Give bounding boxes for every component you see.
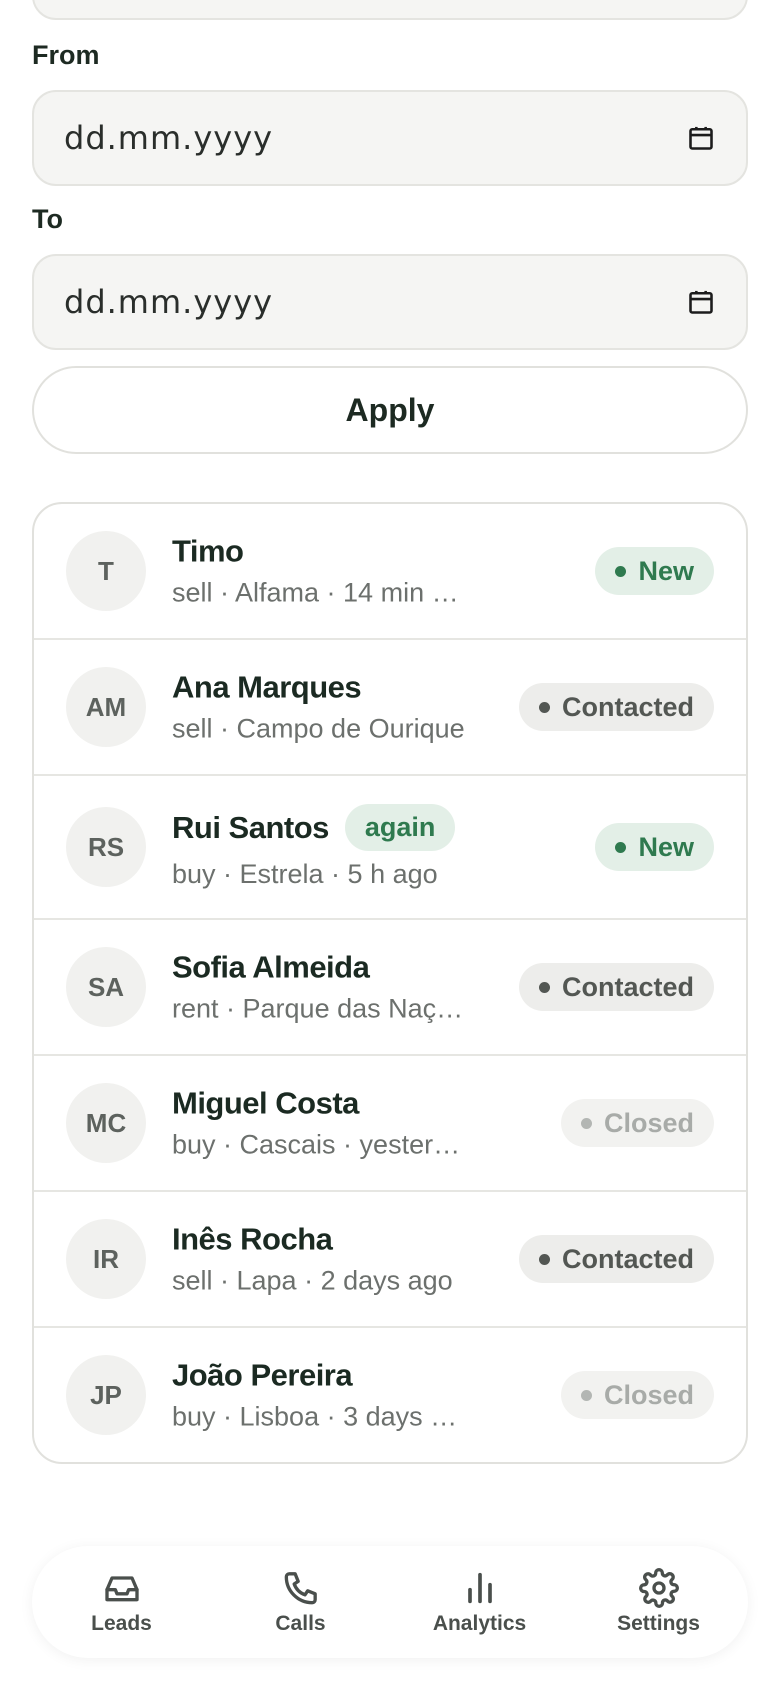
phone-icon [284, 1572, 317, 1605]
status-dot-icon [538, 701, 550, 713]
from-date-input[interactable]: dd.mm.yyyy [32, 90, 748, 186]
lead-name-line: Inês Rocha [172, 1222, 453, 1258]
nav-item-calls[interactable]: Calls [221, 1568, 381, 1636]
apply-button[interactable]: Apply [32, 366, 748, 454]
nav-label: Analytics [432, 1612, 527, 1635]
lead-info: Sofia Almeida rent · Parque das Nações [172, 950, 472, 1025]
lead-meta: buy · Cascais · yesterday [172, 1129, 472, 1160]
lead-name: João Pereira [172, 1357, 353, 1393]
from-label: From [32, 40, 100, 70]
status-dot-icon [538, 981, 550, 993]
avatar: IR [66, 1219, 146, 1299]
lead-name-line: João Pereira [172, 1358, 472, 1394]
status-dot-icon [615, 565, 627, 577]
lead-name: Timo [172, 533, 244, 569]
lead-name: Miguel Costa [172, 1085, 359, 1121]
lead-info: Miguel Costa buy · Cascais · yesterday [172, 1086, 472, 1161]
lead-info: Inês Rocha sell · Lapa · 2 days ago [172, 1222, 453, 1297]
status-label: Contacted [561, 1243, 694, 1274]
status-label: New [638, 555, 694, 586]
calendar-icon[interactable] [686, 123, 716, 153]
lead-info: João Pereira buy · Lisboa · 3 days ago [172, 1358, 472, 1433]
status-dot-icon [615, 841, 627, 853]
lead-info: Ana Marques sell · Campo de Ourique [172, 670, 465, 745]
status-label: Closed [603, 1107, 694, 1138]
lead-meta: sell · Campo de Ourique [172, 713, 465, 744]
avatar: MC [66, 1083, 146, 1163]
status-badge: New [595, 823, 714, 871]
status-label: Contacted [561, 971, 694, 1002]
to-date-placeholder: dd.mm.yyyy [64, 283, 274, 321]
bar-chart-icon [467, 1572, 492, 1604]
avatar: T [66, 531, 146, 611]
lead-name-line: Timo [172, 534, 472, 570]
lead-row[interactable]: MC Miguel Costa buy · Cascais · yesterday C… [34, 1054, 746, 1190]
lead-info: Rui Santos again buy · Estrela · 5 h ago [172, 804, 456, 890]
lead-info: Timo sell · Alfama · 14 min ago [172, 534, 472, 609]
lead-row[interactable]: RS Rui Santos again buy · Estrela · 5 h ago… [34, 774, 746, 918]
to-label: To [32, 204, 63, 234]
to-date-input[interactable]: dd.mm.yyyy [32, 254, 748, 350]
avatar: AM [66, 667, 146, 747]
status-dot-icon [580, 1117, 592, 1129]
bottom-nav: Leads Calls Analytics Settings [32, 1546, 748, 1658]
lead-name-line: Ana Marques [172, 670, 465, 706]
page: From dd.mm.yyyy To dd.mm.yyyy Apply T Tim… [0, 0, 780, 1688]
from-date-placeholder: dd.mm.yyyy [64, 119, 274, 157]
status-label: New [638, 831, 694, 862]
lead-row[interactable]: IR Inês Rocha sell · Lapa · 2 days ago Cont… [34, 1190, 746, 1326]
status-badge: New [595, 547, 714, 595]
status-label: Contacted [561, 691, 694, 722]
nav-label: Settings [617, 1612, 700, 1635]
status-badge: Contacted [518, 683, 714, 731]
nav-item-leads[interactable]: Leads [42, 1568, 202, 1636]
status-label: Closed [603, 1379, 694, 1410]
lead-name-line: Miguel Costa [172, 1086, 472, 1122]
avatar: RS [66, 807, 146, 887]
nav-label: Calls [275, 1612, 326, 1635]
lead-name: Sofia Almeida [172, 949, 370, 985]
status-dot-icon [580, 1389, 592, 1401]
inbox-icon [104, 1576, 139, 1602]
lead-meta: buy · Lisboa · 3 days ago [172, 1401, 472, 1432]
lead-meta: sell · Alfama · 14 min ago [172, 577, 472, 608]
calendar-icon[interactable] [686, 287, 716, 317]
previous-field[interactable] [32, 0, 748, 20]
lead-meta: buy · Estrela · 5 h ago [172, 859, 438, 889]
leads-list: T Timo sell · Alfama · 14 min ago New AM Ana … [32, 502, 748, 1464]
lead-name: Inês Rocha [172, 1221, 333, 1257]
lead-row[interactable]: AM Ana Marques sell · Campo de Ourique Cont… [34, 638, 746, 774]
lead-meta: sell · Lapa · 2 days ago [172, 1265, 453, 1296]
status-badge: Closed [560, 1099, 714, 1147]
status-badge: Closed [560, 1371, 714, 1419]
nav-label: Leads [91, 1612, 152, 1635]
avatar: JP [66, 1355, 146, 1435]
lead-name-line: Sofia Almeida [172, 950, 472, 986]
avatar: SA [66, 947, 146, 1027]
lead-name: Rui Santos [172, 809, 329, 845]
nav-item-analytics[interactable]: Analytics [400, 1568, 560, 1636]
lead-row[interactable]: T Timo sell · Alfama · 14 min ago New [34, 504, 746, 638]
status-badge: Contacted [518, 1235, 714, 1283]
lead-name-line: Rui Santos again [172, 804, 456, 851]
gear-icon [638, 1568, 679, 1608]
lead-meta: rent · Parque das Nações [172, 993, 472, 1024]
lead-row[interactable]: JP João Pereira buy · Lisboa · 3 days ago C… [34, 1326, 746, 1462]
lead-name: Ana Marques [172, 669, 362, 705]
status-badge: Contacted [518, 963, 714, 1011]
nav-item-settings[interactable]: Settings [579, 1568, 739, 1636]
status-dot-icon [538, 1253, 550, 1265]
again-badge: again [344, 804, 456, 851]
lead-row[interactable]: SA Sofia Almeida rent · Parque das Nações C… [34, 918, 746, 1054]
